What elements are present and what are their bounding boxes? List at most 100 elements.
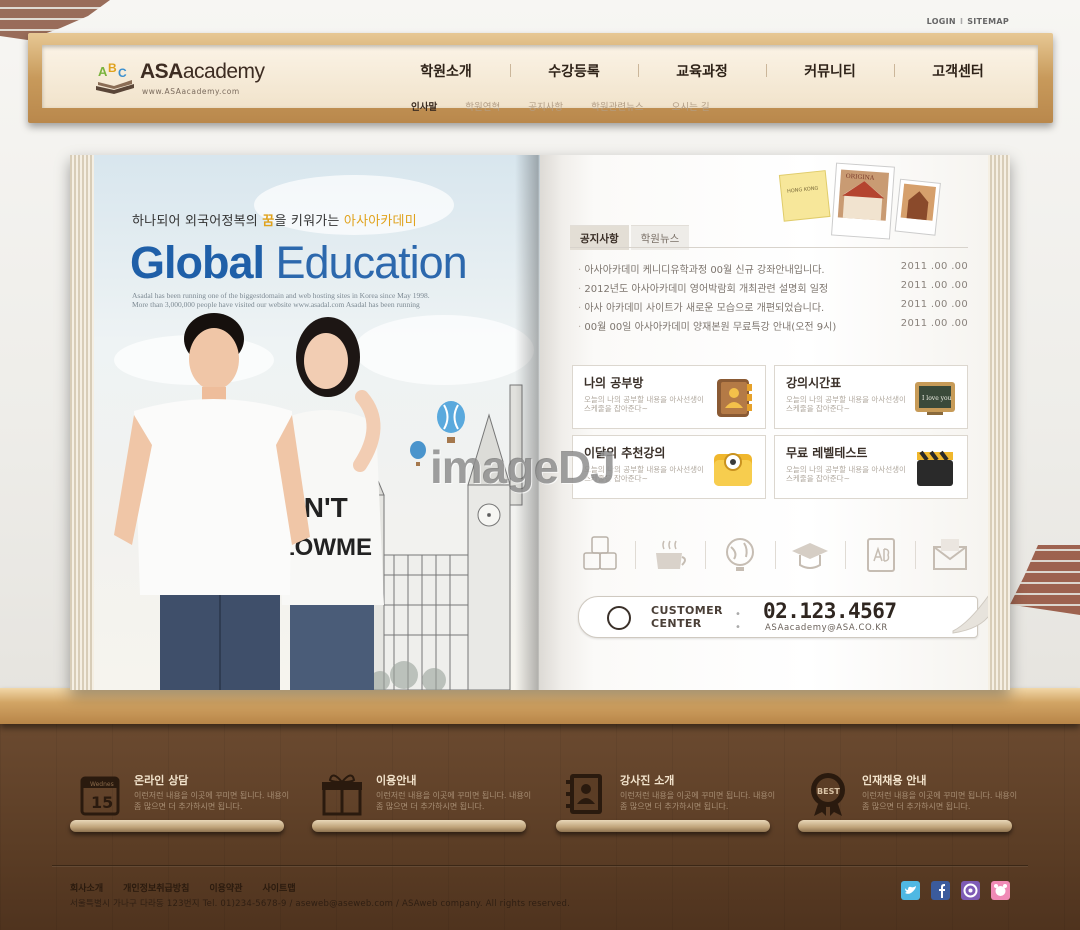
icon-row <box>580 533 970 577</box>
hero-title-global: Global <box>130 237 265 288</box>
notice-item[interactable]: 2012년도 아사아카데미 영어박람회 개최관련 설명회 일정 2011 .00 … <box>578 280 968 299</box>
notice-title[interactable]: 아사아카데미 케니디유학과정 00월 신규 강좌안내입니다. <box>578 261 824 280</box>
mail-icon[interactable] <box>930 535 970 575</box>
quick-plank <box>312 820 526 832</box>
best-badge-text: BEST <box>817 787 840 796</box>
book-spine <box>515 155 563 690</box>
page-curl-icon <box>952 593 991 634</box>
notice-date: 2011 .00 .00 <box>900 299 968 310</box>
clapperboard-icon <box>917 450 953 486</box>
quick-online-consult[interactable]: Wednes 15 온라인 상담 이런저런 내용을 이곳에 꾸미면 됩니다. 내… <box>70 766 300 840</box>
customer-center-email[interactable]: ASAacademy@ASA.CO.KR <box>765 623 888 633</box>
notice-title[interactable]: 아사 아카데미 사이트가 새로운 모습으로 개편되었습니다. <box>578 299 824 318</box>
nav-item-support[interactable]: 고객센터 <box>894 61 1022 89</box>
chalkboard-text: I love you <box>922 395 952 402</box>
ab-book-icon[interactable] <box>860 535 900 575</box>
quick-instructors[interactable]: 강사진 소개 이런저런 내용을 이곳에 꾸미면 됩니다. 내용이 좀 많으면 더… <box>556 766 786 840</box>
logo[interactable]: A B C ASAacademy www.ASAacademy.com <box>94 54 294 104</box>
box-desc: 오늘의 나의 공부할 내용을 아사선생이 스케줄을 잡아준다~ <box>786 395 906 413</box>
folder-video-icon <box>714 453 752 486</box>
slogan-brand: 아사아카데미 <box>343 214 417 229</box>
notice-title[interactable]: 00월 00일 아사아카데미 양재본원 무료특강 안내(오전 9시) <box>578 318 836 337</box>
customer-center-banner[interactable]: CUSTOMER CENTER • • 02.123.4567 ASAacadem… <box>578 593 991 638</box>
footer-divider <box>52 865 1028 866</box>
graduation-cap-icon[interactable] <box>790 535 830 575</box>
quick-desc: 이런저런 내용을 이곳에 꾸미면 됩니다. 내용이 좀 많으면 더 추가하시면 … <box>376 791 532 811</box>
hero-title-education: Education <box>264 237 468 288</box>
sub-nav: 인사말 학원연혁 공지사항 학원관련뉴스 오시는 길 <box>411 99 738 113</box>
login-link[interactable]: LOGIN <box>927 17 956 26</box>
notice-title[interactable]: 2012년도 아사아카데미 영어박람회 개최관련 설명회 일정 <box>578 280 828 299</box>
footer-links: 회사소개 개인정보취급방침 이용약관 사이트맵 <box>70 881 316 894</box>
smiley-icon <box>607 606 631 630</box>
sub-nav-greeting[interactable]: 인사말 <box>411 99 437 113</box>
nav-item-about[interactable]: 학원소개 <box>382 61 510 89</box>
open-book: 하나되어 외국어정복의 꿈을 키워가는 아사아카데미 Global Educat… <box>70 155 1010 690</box>
contact-book-icon <box>566 774 602 814</box>
globe-icon[interactable] <box>720 535 760 575</box>
icon-separator <box>634 541 636 569</box>
quick-desc: 이런저런 내용을 이곳에 꾸미면 됩니다. 내용이 좀 많으면 더 추가하시면 … <box>862 791 1018 811</box>
customer-center-label-1: CUSTOMER <box>651 604 723 617</box>
calendar-icon: Wednes 15 <box>80 776 120 816</box>
notice-date: 2011 .00 .00 <box>900 261 968 272</box>
sub-nav-history[interactable]: 학원연혁 <box>465 99 500 113</box>
quick-usage-guide[interactable]: 이용안내 이런저런 내용을 이곳에 꾸미면 됩니다. 내용이 좀 많으면 더 추… <box>312 766 542 840</box>
nav-item-registration[interactable]: 수강등록 <box>510 61 638 89</box>
logo-books-icon: A B C <box>96 61 134 94</box>
box-timetable[interactable]: 강의시간표 오늘의 나의 공부할 내용을 아사선생이 스케줄을 잡아준다~ I … <box>774 365 968 429</box>
book-page-edge-left <box>70 155 96 690</box>
sub-nav-notice[interactable]: 공지사항 <box>528 99 563 113</box>
slogan-part-2: 을 키워가는 <box>274 214 344 229</box>
cyworld-icon[interactable] <box>991 881 1010 900</box>
quick-desc: 이런저런 내용을 이곳에 꾸미면 됩니다. 내용이 좀 많으면 더 추가하시면 … <box>620 791 776 811</box>
quick-recruitment[interactable]: BEST 인재채용 안내 이런저런 내용을 이곳에 꾸미면 됩니다. 내용이 좀… <box>798 766 1028 840</box>
notice-item[interactable]: 아사아카데미 케니디유학과정 00월 신규 강좌안내입니다. 2011 .00 .… <box>578 261 968 280</box>
social-links <box>901 881 1010 900</box>
customer-center-label: CUSTOMER CENTER <box>651 604 723 630</box>
quick-plank <box>556 820 770 832</box>
facebook-icon[interactable] <box>931 881 950 900</box>
me2day-icon[interactable] <box>961 881 980 900</box>
hero-slogan: 하나되어 외국어정복의 꿈을 키워가는 아사아카데미 <box>132 210 417 229</box>
footer-link-terms[interactable]: 이용약관 <box>209 881 242 894</box>
calendar-day-number: 15 <box>91 793 113 812</box>
box-desc: 오늘의 나의 공부할 내용을 아사선생이 스케줄을 잡아준다~ <box>584 395 704 413</box>
logo-name-rest: academy <box>182 60 265 83</box>
quick-plank <box>70 820 284 832</box>
content-page: HONG KONG ORIGINA 공지사항 학원뉴스 아사아카데미 케니디유학… <box>540 155 991 690</box>
header-frame: A B C ASAacademy www.ASAacademy.com 학원소개… <box>28 33 1053 123</box>
nav-item-courses[interactable]: 교육과정 <box>638 61 766 89</box>
sub-nav-directions[interactable]: 오시는 길 <box>672 99 710 113</box>
box-my-study-room[interactable]: 나의 공부방 오늘의 나의 공부할 내용을 아사선생이 스케줄을 잡아준다~ <box>572 365 766 429</box>
abc-blocks-icon[interactable] <box>580 535 620 575</box>
customer-center-phone: 02.123.4567 <box>763 599 897 623</box>
polaroid-photos: HONG KONG ORIGINA <box>778 162 941 240</box>
footer-link-company[interactable]: 회사소개 <box>70 881 103 894</box>
icon-separator <box>914 541 916 569</box>
wooden-shelf <box>0 688 1080 724</box>
calendar-day-text: Wednes <box>90 781 114 788</box>
main-nav: 학원소개 수강등록 교육과정 커뮤니티 고객센터 <box>382 61 1022 89</box>
twitter-icon[interactable] <box>901 881 920 900</box>
notice-item[interactable]: 아사 아카데미 사이트가 새로운 모습으로 개편되었습니다. 2011 .00 .… <box>578 299 968 318</box>
sub-nav-news[interactable]: 학원관련뉴스 <box>591 99 643 113</box>
chalkboard-icon: I love you <box>915 382 955 415</box>
notice-item[interactable]: 00월 00일 아사아카데미 양재본원 무료특강 안내(오전 9시) 2011 .… <box>578 318 968 337</box>
icon-separator <box>774 541 776 569</box>
coffee-cup-icon[interactable] <box>650 535 690 575</box>
logo-name-bold: ASA <box>140 60 183 83</box>
nav-item-community[interactable]: 커뮤니티 <box>766 61 894 89</box>
best-badge-icon: BEST <box>811 773 845 816</box>
logo-name: ASAacademy <box>140 60 265 84</box>
footer-link-sitemap[interactable]: 사이트맵 <box>263 881 296 894</box>
notice-date: 2011 .00 .00 <box>900 318 968 329</box>
footer-link-privacy[interactable]: 개인정보취급방침 <box>123 881 189 894</box>
sitemap-link[interactable]: SITEMAP <box>967 17 1009 26</box>
box-free-level-test[interactable]: 무료 레벨테스트 오늘의 나의 공부할 내용을 아사선생이 스케줄을 잡아준다~ <box>774 435 968 499</box>
hero-desc-line-1: Asadal has been running one of the bigge… <box>132 291 430 300</box>
book-page-edge-right <box>988 155 1010 690</box>
students-photo: ON'T LOWME <box>114 313 384 690</box>
notice-list: 아사아카데미 케니디유학과정 00월 신규 강좌안내입니다. 2011 .00 .… <box>578 261 968 337</box>
address-book-icon <box>717 379 752 417</box>
